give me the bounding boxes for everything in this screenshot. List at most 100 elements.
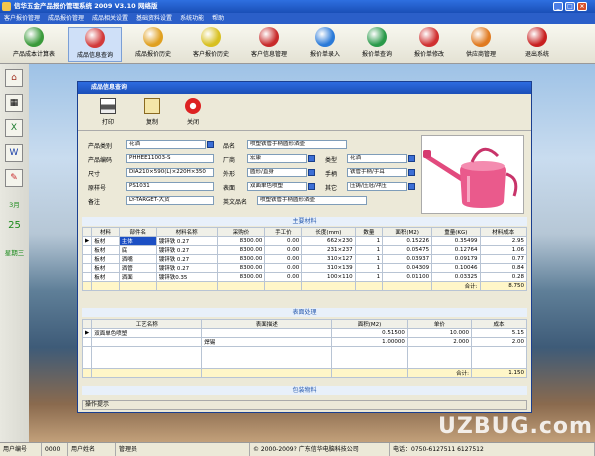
table-row[interactable]: 焊锡 1.00000 2.000 2.00 bbox=[81, 337, 527, 347]
toolbar-exit[interactable]: 退出系统 bbox=[512, 27, 562, 62]
table-cell[interactable]: 0.09179 bbox=[431, 254, 481, 264]
type-field[interactable]: 花洒 bbox=[347, 154, 407, 163]
chart-icon[interactable]: ✎ bbox=[5, 169, 23, 187]
table-cell[interactable]: 100×110 bbox=[301, 272, 356, 282]
surface-dropdown-icon[interactable] bbox=[308, 183, 315, 190]
toolbar-quote-entry[interactable]: 报价单录入 bbox=[300, 27, 350, 62]
menu-product-settings[interactable]: 成品相关设置 bbox=[88, 13, 132, 24]
table-cell[interactable]: 镀锌铁 0.27 bbox=[155, 236, 218, 246]
table-cell[interactable]: 板材 bbox=[91, 236, 120, 246]
close-dialog-button[interactable]: 关闭 bbox=[179, 98, 207, 126]
table-cell[interactable]: 8300.00 bbox=[216, 254, 266, 264]
table-cell[interactable]: 0.35499 bbox=[431, 236, 481, 246]
table-cell[interactable]: 0.01100 bbox=[382, 272, 433, 282]
table-cell[interactable]: 板材 bbox=[91, 245, 120, 255]
word-icon[interactable]: W bbox=[5, 144, 23, 162]
other-dropdown-icon[interactable] bbox=[408, 183, 415, 190]
table-row[interactable]: 板材 洒管 镀锌铁 0.27 8300.00 0.00 310×139 1 0.04309 0.… bbox=[81, 263, 527, 273]
col-cost[interactable]: 成本 bbox=[471, 319, 527, 329]
col-labor-price[interactable]: 手工价 bbox=[264, 227, 303, 237]
table-cell[interactable]: 2.00 bbox=[471, 337, 527, 347]
table-cell[interactable]: 0.03937 bbox=[382, 254, 433, 264]
toolbar-cost-calc[interactable]: 产品成本计算表 bbox=[4, 27, 64, 62]
table-cell[interactable]: 镀锌铁 0.27 bbox=[155, 263, 218, 273]
table-cell[interactable]: 1 bbox=[354, 245, 384, 255]
code-field[interactable]: PHHEE11003-S bbox=[126, 154, 214, 163]
table-cell[interactable]: 洒面 bbox=[118, 272, 157, 282]
en-name-field[interactable]: 喷塑铁管手柄圆形洒壶 bbox=[257, 196, 367, 205]
table-cell[interactable]: 8300.00 bbox=[216, 236, 266, 246]
table-cell[interactable]: 镀锌铁0.35 bbox=[155, 272, 218, 282]
table-cell[interactable]: 8300.00 bbox=[216, 263, 266, 273]
category-dropdown-icon[interactable] bbox=[207, 141, 214, 148]
table-cell[interactable]: 8300.00 bbox=[216, 245, 266, 255]
table-cell[interactable]: 镀锌铁 0.27 bbox=[155, 245, 218, 255]
table-cell[interactable]: 0.84 bbox=[479, 263, 527, 273]
table-row[interactable]: ▶ 板材 主体 镀锌铁 0.27 8300.00 0.00 662×230 1 0.15226 0… bbox=[81, 236, 527, 246]
table-cell[interactable]: 0.10046 bbox=[431, 263, 481, 273]
toolbar-quote-edit[interactable]: 报价单修改 bbox=[404, 27, 454, 62]
factory-field[interactable]: 宏康 bbox=[247, 154, 307, 163]
table-cell[interactable]: 0.77 bbox=[479, 254, 527, 264]
table-cell[interactable]: 0.00 bbox=[264, 263, 303, 273]
table-cell[interactable]: 0.00 bbox=[264, 236, 303, 246]
row-selector[interactable]: ▶ bbox=[81, 328, 93, 338]
orig-field[interactable]: PS1031 bbox=[126, 182, 214, 191]
table-cell[interactable]: 板材 bbox=[91, 272, 120, 282]
table-cell[interactable]: 1.06 bbox=[479, 245, 527, 255]
table-cell[interactable]: 662×230 bbox=[301, 236, 356, 246]
menu-base-data[interactable]: 基础资料设置 bbox=[132, 13, 176, 24]
table-cell[interactable]: 1 bbox=[354, 263, 384, 273]
row-selector[interactable] bbox=[81, 254, 93, 264]
toolbar-quote-query[interactable]: 报价单查询 bbox=[352, 27, 402, 62]
table-cell[interactable]: 0.03325 bbox=[431, 272, 481, 282]
table-cell[interactable]: 焊锡 bbox=[201, 337, 333, 347]
menu-customer-quote[interactable]: 客户报价管理 bbox=[0, 13, 44, 24]
table-cell[interactable]: 231×237 bbox=[301, 245, 356, 255]
menu-product-quote[interactable]: 成品报价管理 bbox=[44, 13, 88, 24]
col-purchase-price[interactable]: 采购价 bbox=[216, 227, 266, 237]
table-cell[interactable]: 底 bbox=[118, 245, 157, 255]
col-qty[interactable]: 数量 bbox=[354, 227, 384, 237]
col-area[interactable]: 面积(M2) bbox=[382, 227, 433, 237]
handle-dropdown-icon[interactable] bbox=[408, 169, 415, 176]
table-cell[interactable]: 5.15 bbox=[471, 328, 527, 338]
toolbar-customer-info[interactable]: 客户信息管理 bbox=[242, 27, 296, 62]
toolbar-product-query[interactable]: 成品信息查询 bbox=[68, 27, 122, 62]
table-row[interactable]: 板材 洒面 镀锌铁0.35 8300.00 0.00 100×110 1 0.01100 0.0… bbox=[81, 272, 527, 282]
other-field[interactable]: 压铸/压冠/冲压 bbox=[347, 182, 407, 191]
factory-dropdown-icon[interactable] bbox=[308, 155, 315, 162]
row-selector[interactable] bbox=[81, 337, 93, 347]
col-area[interactable]: 面积(M2) bbox=[331, 319, 408, 329]
table-cell[interactable]: 10.000 bbox=[406, 328, 473, 338]
col-part[interactable]: 部件名 bbox=[118, 227, 157, 237]
table-cell[interactable]: 1 bbox=[354, 272, 384, 282]
menu-system[interactable]: 系统功能 bbox=[176, 13, 208, 24]
col-description[interactable]: 表面描述 bbox=[201, 319, 333, 329]
calculator-icon[interactable]: ▦ bbox=[5, 94, 23, 112]
table-cell[interactable]: 310×139 bbox=[301, 263, 356, 273]
col-unit-price[interactable]: 单价 bbox=[406, 319, 473, 329]
col-material-name[interactable]: 材料名称 bbox=[155, 227, 218, 237]
table-cell[interactable] bbox=[201, 328, 333, 338]
row-selector[interactable]: ▶ bbox=[81, 236, 93, 246]
table-cell[interactable]: 1 bbox=[354, 254, 384, 264]
table-row[interactable]: 板材底镀锌铁 0.27 8300.00 0.00 231×237 1 0.05475 0.1… bbox=[81, 245, 527, 255]
table-cell[interactable]: 0.15226 bbox=[382, 236, 433, 246]
table-cell[interactable]: 镀锌铁 0.27 bbox=[155, 254, 218, 264]
col-process[interactable]: 工艺名称 bbox=[91, 319, 203, 329]
table-cell[interactable]: 1 bbox=[354, 236, 384, 246]
handle-field[interactable]: 铁管手柄/手耳 bbox=[347, 168, 407, 177]
toolbar-product-history[interactable]: 成品报价历史 bbox=[126, 27, 180, 62]
print-button[interactable]: 打印 bbox=[94, 98, 122, 126]
type-dropdown-icon[interactable] bbox=[408, 155, 415, 162]
toolbar-customer-history[interactable]: 客户报价历史 bbox=[184, 27, 238, 62]
table-cell[interactable]: 8300.00 bbox=[216, 272, 266, 282]
table-cell[interactable]: 2.95 bbox=[479, 236, 527, 246]
menu-help[interactable]: 帮助 bbox=[208, 13, 228, 24]
table-cell[interactable]: 1.00000 bbox=[331, 337, 408, 347]
close-button[interactable]: × bbox=[577, 2, 587, 11]
table-cell[interactable] bbox=[91, 337, 203, 347]
col-weight[interactable]: 重量(KG) bbox=[431, 227, 481, 237]
row-selector[interactable] bbox=[81, 263, 93, 273]
